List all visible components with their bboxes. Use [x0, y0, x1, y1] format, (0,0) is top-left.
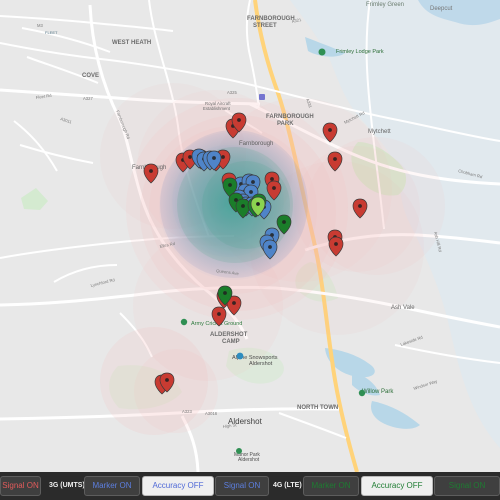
map-pin-center: [228, 183, 232, 187]
ash-vale-label: Ash Vale: [391, 305, 415, 311]
map-pin-center: [149, 169, 153, 173]
map-pin-center: [334, 242, 338, 246]
map-pin-center: [221, 155, 225, 159]
map-pin-center: [282, 220, 286, 224]
map-screen: FLEET WEST HEATH COVE FARNBOROUGH STREET…: [0, 0, 500, 500]
signal-on-4g-button[interactable]: Signal ON: [434, 476, 500, 496]
map-pin-center: [272, 186, 276, 190]
accuracy-off-3g-button[interactable]: Accuracy OFF: [142, 476, 214, 496]
frimley-green-label: Frimley Green: [366, 2, 404, 8]
label-4g: 4G (LTE): [273, 482, 302, 489]
deepcut-label: Deepcut: [430, 6, 453, 12]
royal-aircraft-label: Royal Aircraft Establishment: [203, 101, 232, 111]
map-pin-center: [268, 245, 272, 249]
park-pin-icon: [358, 389, 366, 397]
map-pin-center: [188, 155, 192, 159]
cove-label: COVE: [82, 73, 99, 79]
road-label-m3: M3: [37, 23, 43, 28]
park-pin-icon: [236, 448, 242, 454]
map-pin-center: [256, 202, 260, 206]
road-label-a327: A327: [83, 96, 93, 101]
park-pin-icon: [318, 48, 326, 56]
road-label-a323: A323: [182, 409, 192, 414]
fleet-label: FLEET: [45, 30, 58, 35]
map-canvas[interactable]: FLEET WEST HEATH COVE FARNBOROUGH STREET…: [0, 0, 500, 472]
map-pin-center: [223, 291, 227, 295]
map-pin-center: [249, 190, 253, 194]
map-pin-center: [333, 157, 337, 161]
map-pin-center: [251, 180, 255, 184]
accuracy-ring-red-11: [134, 349, 218, 433]
west-heath-label: WEST HEATH: [112, 40, 151, 46]
road-label-a325: A325: [227, 90, 237, 95]
map-pin-center: [328, 128, 332, 132]
park-pin-icon: [180, 318, 188, 326]
label-3g: 3G (UMTS): [49, 482, 85, 489]
farnborough-main-label: Farnborough: [239, 141, 273, 147]
place-pin-icon: [236, 352, 244, 360]
map-pin-center: [358, 204, 362, 208]
mytchett-label: Mytchett: [368, 129, 391, 135]
north-town-label: NORTH TOWN: [297, 405, 338, 411]
signal-on-button[interactable]: Signal ON: [0, 476, 41, 496]
marker-on-4g-button[interactable]: Marker ON: [303, 476, 359, 496]
map-pin-center: [270, 177, 274, 181]
map-pin-center: [232, 301, 236, 305]
map-pin-center: [237, 118, 241, 122]
map-pin-center: [217, 312, 221, 316]
signal-on-3g-button[interactable]: Signal ON: [215, 476, 269, 496]
road-label-a3016: A3016: [205, 411, 218, 416]
map-pin-center: [212, 156, 216, 160]
map-area[interactable]: FLEET WEST HEATH COVE FARNBOROUGH STREET…: [0, 0, 500, 472]
bottom-toolbar: Signal ON 3G (UMTS) Marker ON Accuracy O…: [0, 472, 500, 500]
accuracy-off-4g-button[interactable]: Accuracy OFF: [361, 476, 433, 496]
map-pin-center: [241, 204, 245, 208]
frimley-lodge-park-label: Frimley Lodge Park: [336, 49, 384, 55]
marker-on-3g-button[interactable]: Marker ON: [84, 476, 140, 496]
willow-park-label: Willow Park: [362, 389, 394, 395]
accuracy-ring-red-12: [307, 137, 445, 275]
map-pin-center: [165, 378, 169, 382]
train-station-icon: [259, 94, 265, 100]
